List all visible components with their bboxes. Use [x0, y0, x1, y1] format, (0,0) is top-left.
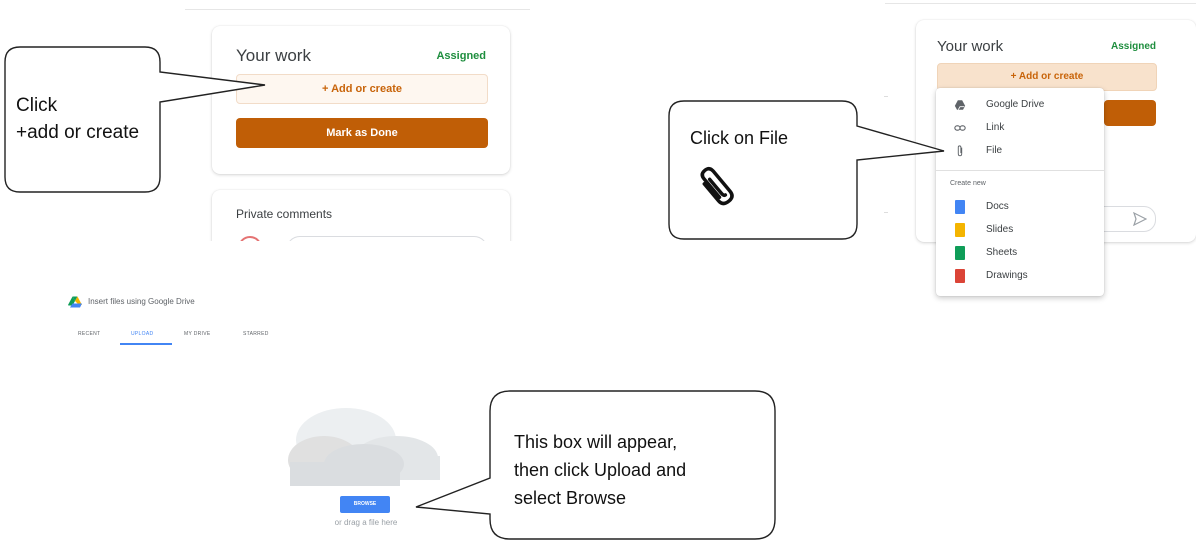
tab-my-drive[interactable]: MY DRIVE — [184, 331, 210, 337]
active-tab-indicator — [120, 343, 172, 345]
menu-item-file[interactable]: File — [936, 140, 1104, 162]
status-badge-2: Assigned — [1110, 41, 1156, 52]
google-drive-icon — [954, 100, 966, 110]
mark-as-done-button-2[interactable] — [1104, 100, 1156, 126]
google-drive-logo-icon — [68, 296, 82, 308]
send-icon[interactable] — [1133, 212, 1147, 226]
callout-3-text: This box will appear, then click Upload … — [514, 428, 686, 512]
menu-item-label: Drawings — [986, 270, 1028, 281]
callout-1-text: Click +add or create — [16, 92, 139, 146]
drag-hint: or drag a file here — [334, 518, 398, 527]
menu-item-drawings[interactable]: Drawings — [936, 265, 1104, 287]
menu-item-slides[interactable]: Slides — [936, 219, 1104, 241]
menu-item-label: Sheets — [986, 247, 1018, 258]
menu-item-link[interactable]: Link — [936, 117, 1104, 139]
menu-item-docs[interactable]: Docs — [936, 196, 1104, 218]
status-badge: Assigned — [436, 50, 486, 62]
menu-item-label: File — [986, 145, 1003, 156]
callout-1-line1: Click — [16, 95, 58, 116]
menu-divider — [936, 170, 1104, 171]
callout-3-line1: This box will appear, — [514, 432, 678, 452]
tab-recent[interactable]: RECENT — [78, 331, 100, 337]
menu-item-label: Slides — [986, 224, 1014, 235]
link-icon — [954, 125, 966, 131]
divider-top-left — [185, 9, 530, 10]
divider-top-right — [885, 3, 1196, 4]
drawings-icon — [955, 269, 965, 283]
callout-3-line3: select Browse — [514, 488, 627, 508]
docs-icon — [955, 200, 965, 214]
your-work-title-2: Your work — [937, 38, 1004, 55]
menu-item-label: Docs — [986, 201, 1009, 212]
add-or-create-button-2[interactable]: + Add or create — [937, 63, 1157, 91]
menu-item-google-drive[interactable]: Google Drive — [936, 94, 1104, 116]
callout-1-line2: +add or create — [16, 122, 140, 143]
menu-item-label: Google Drive — [986, 99, 1045, 110]
tab-starred[interactable]: STARRED — [243, 331, 269, 337]
callout-3-line2: then click Upload and — [514, 460, 687, 480]
picker-title: Insert files using Google Drive — [88, 297, 195, 306]
tab-upload[interactable]: UPLOAD — [131, 331, 153, 337]
crop-mask — [200, 241, 520, 271]
sheets-icon — [955, 246, 965, 260]
add-menu: Google Drive Link File Create new Docs S… — [936, 88, 1104, 296]
private-comments-title: Private comments — [236, 207, 333, 221]
paperclip-icon — [700, 166, 734, 206]
create-new-header: Create new — [950, 180, 986, 187]
menu-item-sheets[interactable]: Sheets — [936, 242, 1104, 264]
mark-as-done-button[interactable]: Mark as Done — [236, 118, 488, 148]
slides-icon — [955, 223, 965, 237]
browse-button[interactable]: BROWSE — [340, 496, 390, 513]
attachment-icon — [957, 145, 963, 157]
callout-2-text: Click on File — [690, 128, 789, 148]
menu-item-label: Link — [986, 122, 1005, 133]
add-or-create-button[interactable]: + Add or create — [236, 74, 488, 104]
